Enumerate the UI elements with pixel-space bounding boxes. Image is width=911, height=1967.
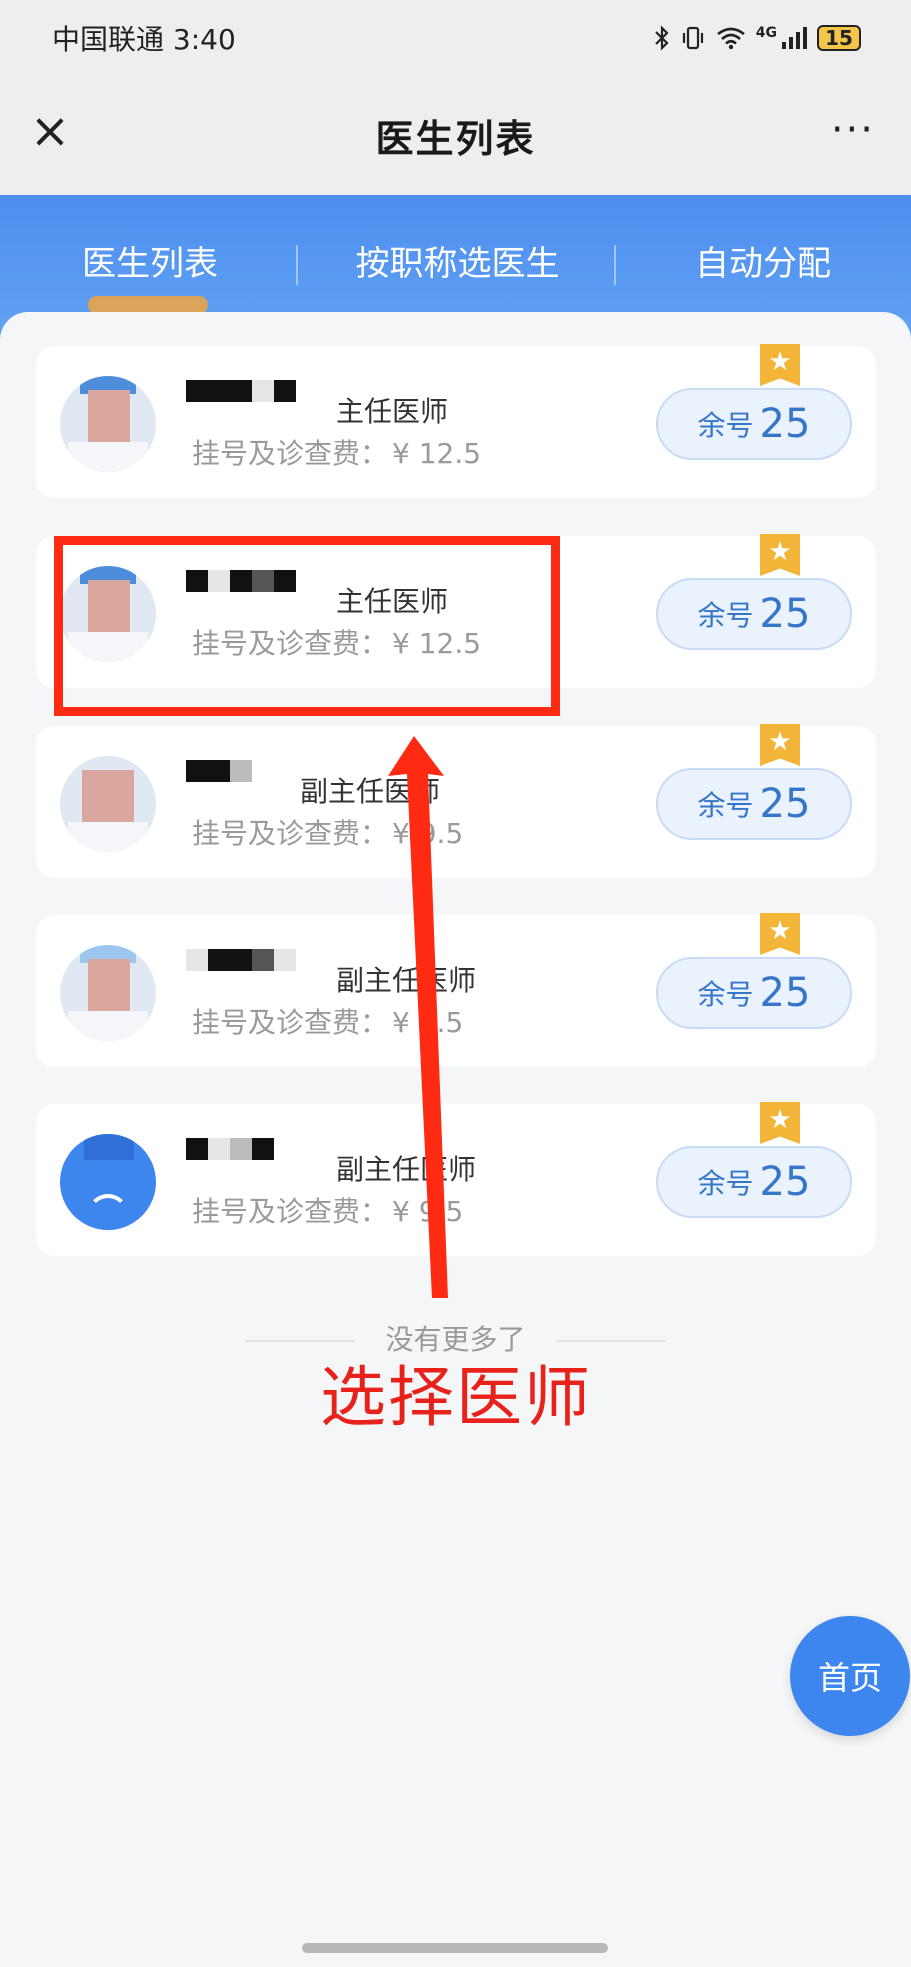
star-icon: ★ [760, 913, 800, 955]
tab-label: 医生列表 [82, 243, 218, 284]
fee-amount: ¥ 9.5 [392, 1195, 464, 1228]
remaining-label: 余号 [697, 978, 754, 1011]
doctor-fee: 挂号及诊查费： ¥ 9.5 [192, 812, 463, 852]
doctor-name-redacted [186, 760, 252, 804]
tab-auto-assign[interactable]: 自动分配 [615, 236, 911, 285]
doctor-card[interactable]: 副主任医师 挂号及诊查费： ¥ 9.5 余号 25 ★ [36, 724, 876, 878]
doctor-avatar-placeholder [60, 1134, 156, 1230]
close-icon[interactable]: × [28, 107, 72, 155]
carrier-time: 中国联通 3:40 [52, 22, 236, 56]
remaining-slots-button[interactable]: 余号 25 [656, 1146, 852, 1218]
home-button[interactable]: 首页 [790, 1616, 910, 1736]
remaining-count: 25 [759, 1159, 811, 1205]
network-type: 4G [755, 24, 777, 41]
star-icon: ★ [760, 1102, 800, 1144]
page-title: 医生列表 [375, 116, 536, 161]
remaining-slots-button[interactable]: 余号 25 [656, 957, 852, 1029]
remaining-count: 25 [759, 781, 811, 827]
battery-icon: 15 [817, 24, 861, 51]
remaining-label: 余号 [697, 1167, 754, 1200]
doctor-title: 副主任医师 [300, 775, 441, 808]
tab-divider [614, 245, 616, 285]
tab-doctor-list[interactable]: 医生列表 [0, 236, 300, 314]
more-icon[interactable]: ··· [831, 110, 875, 150]
doctor-card[interactable]: 副主任医师 挂号及诊查费： ¥ 9.5 余号 25 ★ [36, 1102, 876, 1256]
doctor-title: 副主任医师 [336, 964, 477, 997]
remaining-count: 25 [759, 591, 811, 637]
signal-4g-icon [782, 26, 807, 49]
doctor-avatar [60, 756, 156, 852]
remaining-slots-button[interactable]: 余号 25 [656, 388, 852, 460]
doctor-fee: 挂号及诊查费： ¥ 9.5 [192, 1190, 463, 1230]
remaining-label: 余号 [697, 789, 754, 822]
doctor-avatar [60, 945, 156, 1041]
remaining-count: 25 [759, 401, 811, 447]
doctor-title: 副主任医师 [336, 1153, 477, 1186]
annotation-label: 选择医师 [320, 1359, 592, 1436]
star-icon: ★ [760, 344, 800, 386]
wifi-icon [716, 27, 745, 49]
doctor-card[interactable]: 主任医师 挂号及诊查费： ¥ 12.5 余号 25 ★ [36, 344, 876, 498]
fee-label: 挂号及诊查费： [192, 437, 389, 470]
doctor-avatar [60, 376, 156, 472]
bluetooth-icon [654, 24, 669, 51]
active-tab-indicator [88, 295, 208, 314]
tab-label: 按职称选医生 [355, 243, 560, 284]
tab-divider [296, 245, 298, 285]
tab-by-title[interactable]: 按职称选医生 [300, 236, 615, 285]
status-bar: 中国联通 3:40 4G 15 [0, 0, 911, 75]
remaining-slots-button[interactable]: 余号 25 [656, 768, 852, 840]
star-icon: ★ [760, 724, 800, 766]
doctor-fee: 挂号及诊查费： ¥ 9.5 [192, 1001, 463, 1041]
remaining-label: 余号 [697, 409, 754, 442]
remaining-label: 余号 [697, 599, 754, 632]
doctor-fee: 挂号及诊查费： ¥ 12.5 [192, 432, 481, 472]
doctor-name-redacted [186, 1138, 274, 1182]
tab-bar: 医生列表 按职称选医生 自动分配 [0, 225, 911, 314]
doctor-name-redacted [186, 949, 296, 993]
fee-amount: ¥ 9.5 [392, 817, 464, 850]
doctor-card[interactable]: 副主任医师 挂号及诊查费： ¥ 9.5 余号 25 ★ [36, 913, 876, 1067]
vibrate-icon [682, 26, 703, 49]
star-icon: ★ [760, 534, 800, 576]
title-bar: × 医生列表 ··· [0, 75, 911, 195]
tab-label: 自动分配 [695, 243, 831, 284]
doctor-title: 主任医师 [336, 395, 449, 428]
fee-label: 挂号及诊查费： [192, 1195, 389, 1228]
fee-amount: ¥ 9.5 [392, 1006, 464, 1039]
status-icons: 4G 15 [654, 24, 861, 51]
fee-label: 挂号及诊查费： [192, 1006, 389, 1039]
fee-amount: ¥ 12.5 [392, 437, 482, 470]
fee-label: 挂号及诊查费： [192, 817, 389, 850]
home-indicator[interactable] [302, 1943, 608, 1953]
remaining-count: 25 [759, 970, 811, 1016]
remaining-slots-button[interactable]: 余号 25 [656, 578, 852, 650]
annotation-highlight-box [54, 536, 560, 716]
doctor-name-redacted [186, 380, 296, 424]
screen: 中国联通 3:40 4G 15 × 医生列表 ··· 医生列表 按职称选医生 自… [0, 0, 911, 1967]
